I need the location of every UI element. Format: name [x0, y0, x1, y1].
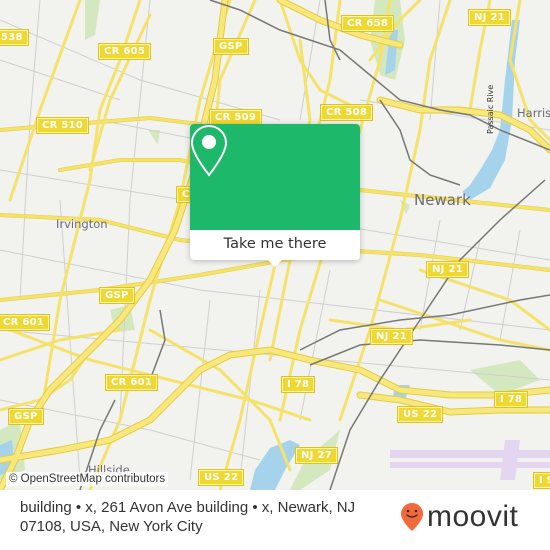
- place-label-harris: Harris: [517, 106, 550, 120]
- route-shield-nj-27: NJ 27: [295, 447, 338, 464]
- moovit-logo[interactable]: moovit: [400, 502, 518, 532]
- route-shield-gsp: GSP: [8, 408, 44, 425]
- map[interactable]: Newark Irvington Hillside Harris Passaic…: [0, 0, 550, 490]
- route-shield-cr-601: CR 601: [104, 374, 159, 391]
- location-popup: Take me there: [190, 124, 360, 267]
- route-shield-cr-601: CR 601: [0, 314, 51, 331]
- river-label-passaic: Passaic Rive: [486, 84, 495, 134]
- map-attribution[interactable]: © OpenStreetMap contributors: [6, 472, 169, 486]
- popup-header: [190, 124, 360, 230]
- moovit-wordmark: moovit: [427, 500, 519, 533]
- route-shield-i-95: I 95: [532, 472, 550, 489]
- popup-pointer: [267, 259, 283, 267]
- route-shield-cr-508: CR 508: [319, 104, 374, 121]
- route-shield-cr-605: CR 605: [97, 43, 152, 60]
- take-me-there-button[interactable]: Take me there: [190, 230, 360, 260]
- route-shield-cr-658: CR 658: [340, 15, 395, 32]
- route-shield-cr-510: CR 510: [35, 117, 90, 134]
- address-text: building • x, 261 Avon Ave building • x,…: [20, 499, 356, 535]
- place-label-newark: Newark: [414, 191, 471, 209]
- route-shield-cr-509: CR 509: [208, 109, 263, 126]
- route-shield-gsp: GSP: [213, 38, 249, 55]
- moovit-pin-icon: [401, 503, 423, 531]
- place-label-irvington: Irvington: [56, 217, 108, 231]
- route-shield-us-22: US 22: [396, 406, 444, 423]
- route-shield-gsp: GSP: [99, 287, 135, 304]
- airport: [390, 440, 550, 480]
- route-shield-nj-21: NJ 21: [370, 328, 413, 345]
- route-shield-i-78: I 78: [280, 376, 316, 393]
- footer: building • x, 261 Avon Ave building • x,…: [0, 490, 550, 550]
- route-shield-us-22: US 22: [197, 469, 245, 486]
- route-shield-538: 538: [0, 29, 29, 46]
- route-shield-nj-21: NJ 21: [468, 9, 511, 26]
- route-shield-i-78: I 78: [493, 391, 529, 408]
- route-shield-nj-21: NJ 21: [426, 261, 469, 278]
- location-pin-icon: [190, 124, 228, 177]
